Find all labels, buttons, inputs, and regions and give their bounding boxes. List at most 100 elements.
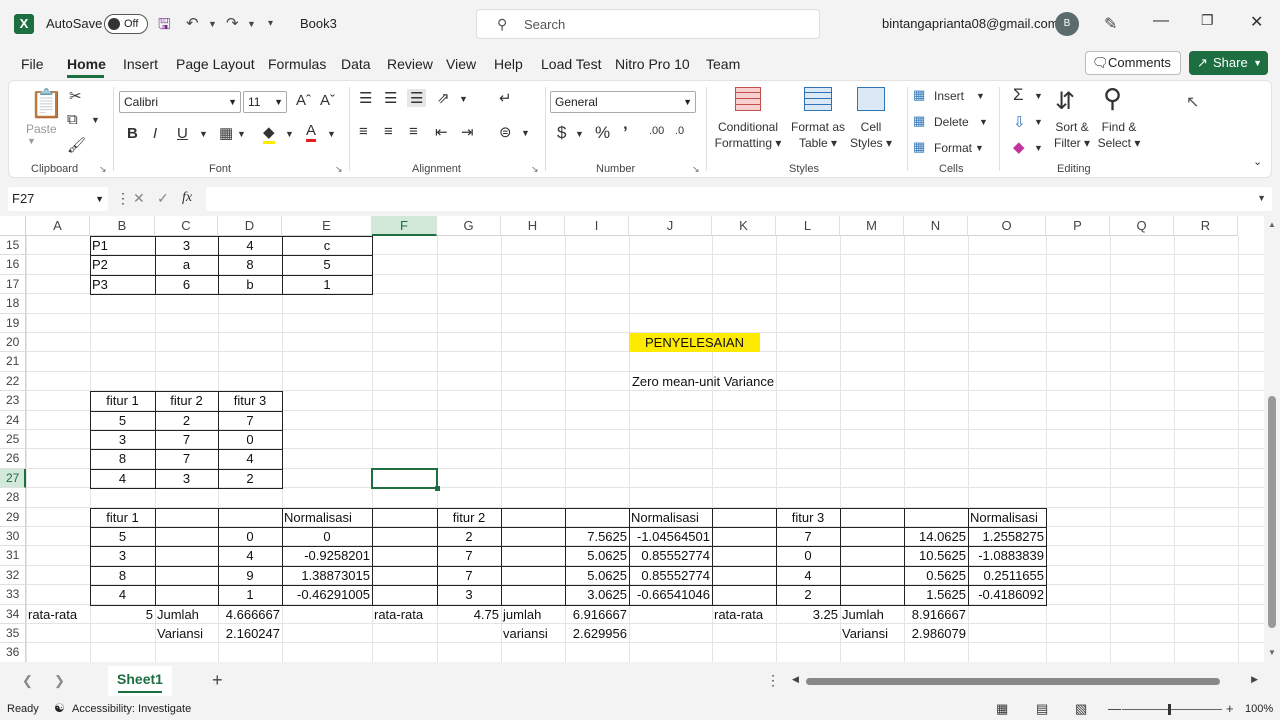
- cell-b16[interactable]: P2: [90, 255, 155, 274]
- cell-d34[interactable]: 4.666667: [218, 605, 282, 624]
- menu-insert[interactable]: Insert: [123, 56, 158, 72]
- format-cells-label[interactable]: Format: [934, 140, 972, 156]
- row-header[interactable]: 34: [0, 604, 26, 624]
- column-header[interactable]: I: [565, 216, 629, 236]
- accessibility-icon[interactable]: ☯: [54, 701, 65, 715]
- row-header[interactable]: 21: [0, 352, 26, 372]
- cell-e17[interactable]: 1: [282, 275, 372, 294]
- orientation-icon[interactable]: ⇗: [437, 89, 450, 107]
- clear-dropdown-icon[interactable]: ▼: [1034, 143, 1043, 153]
- number-launcher-icon[interactable]: ↘: [692, 164, 700, 175]
- cell-styles-icon[interactable]: [857, 87, 885, 111]
- cell-e31[interactable]: -0.9258201: [282, 546, 372, 565]
- cell-h34[interactable]: jumlah: [501, 605, 565, 624]
- column-header[interactable]: C: [155, 216, 218, 236]
- menu-help[interactable]: Help: [494, 56, 523, 72]
- zoom-slider-knob[interactable]: [1168, 704, 1171, 715]
- cell-j20[interactable]: PENYELESAIAN: [629, 333, 760, 352]
- cell-g33[interactable]: 3: [437, 585, 501, 604]
- cell-b24[interactable]: 5: [90, 411, 155, 430]
- undo-dropdown-icon[interactable]: ▼: [208, 19, 217, 29]
- column-header[interactable]: K: [712, 216, 776, 236]
- cell-i30[interactable]: 7.5625: [565, 527, 629, 546]
- align-middle-icon[interactable]: ☰: [384, 89, 397, 107]
- format-dropdown-icon[interactable]: ▼: [975, 143, 984, 153]
- cell-d26[interactable]: 4: [218, 449, 282, 468]
- column-header[interactable]: R: [1174, 216, 1238, 236]
- cell-i33[interactable]: 3.0625: [565, 585, 629, 604]
- column-header[interactable]: N: [904, 216, 968, 236]
- merge-center-icon[interactable]: ⊜: [499, 123, 512, 141]
- formula-input[interactable]: ▼: [206, 187, 1272, 211]
- align-right-icon[interactable]: ≡: [409, 123, 418, 140]
- cell-d35[interactable]: 2.160247: [218, 624, 282, 643]
- insert-cells-icon[interactable]: ▦: [913, 87, 925, 103]
- row-header[interactable]: 17: [0, 274, 26, 295]
- row-header[interactable]: 16: [0, 255, 26, 275]
- column-header[interactable]: E: [282, 216, 372, 236]
- increase-font-icon[interactable]: Aˆ: [296, 92, 311, 109]
- cell-n33[interactable]: 1.5625: [904, 585, 968, 604]
- wrap-text-icon[interactable]: ↵: [499, 89, 512, 107]
- column-header[interactable]: D: [218, 216, 282, 236]
- cell-e33[interactable]: -0.46291005: [282, 585, 372, 604]
- column-header[interactable]: Q: [1110, 216, 1174, 236]
- comma-style-icon[interactable]: ’: [623, 123, 628, 143]
- scroll-up-icon[interactable]: ▲: [1268, 220, 1276, 229]
- collapse-ribbon-icon[interactable]: ⌄: [1253, 155, 1262, 168]
- align-center-icon[interactable]: ≡: [384, 123, 393, 140]
- menu-review[interactable]: Review: [387, 56, 433, 72]
- minimize-icon[interactable]: —: [1153, 12, 1169, 30]
- format-as-table-icon[interactable]: [804, 87, 832, 111]
- cell-d32[interactable]: 9: [218, 566, 282, 585]
- cell-b33[interactable]: 4: [90, 585, 155, 604]
- cell-b25[interactable]: 3: [90, 430, 155, 449]
- undo-icon[interactable]: ↶: [186, 14, 199, 32]
- column-header[interactable]: J: [629, 216, 712, 236]
- cell-m34[interactable]: Jumlah: [840, 605, 904, 624]
- cell-f34[interactable]: rata-rata: [372, 605, 437, 624]
- orientation-dropdown-icon[interactable]: ▼: [459, 94, 468, 104]
- comments-button[interactable]: 🗨 Comments: [1085, 51, 1181, 75]
- row-header[interactable]: 15: [0, 236, 26, 256]
- format-painter-icon[interactable]: 🖌: [67, 136, 86, 154]
- underline-dropdown-icon[interactable]: ▼: [199, 129, 208, 139]
- menu-file[interactable]: File: [21, 56, 44, 72]
- merge-dropdown-icon[interactable]: ▼: [521, 128, 530, 138]
- cell-c25[interactable]: 7: [155, 430, 218, 449]
- cell-b15[interactable]: P1: [90, 236, 155, 255]
- zoom-slider[interactable]: [1122, 709, 1222, 710]
- cell-c27[interactable]: 3: [155, 469, 218, 488]
- column-header[interactable]: O: [968, 216, 1046, 236]
- more-options-icon[interactable]: ⋮: [116, 190, 130, 207]
- currency-icon[interactable]: $: [557, 123, 566, 143]
- cell-b29[interactable]: fitur 1: [90, 508, 155, 527]
- restore-icon[interactable]: ❐: [1201, 12, 1214, 29]
- fill-icon[interactable]: ⇩: [1013, 113, 1026, 131]
- menu-page-layout[interactable]: Page Layout: [176, 56, 255, 72]
- row-header[interactable]: 23: [0, 391, 26, 411]
- font-color-icon[interactable]: A: [306, 122, 317, 142]
- cell-l32[interactable]: 4: [776, 566, 840, 585]
- cell-d30[interactable]: 0: [218, 527, 282, 546]
- font-name-combo[interactable]: Calibri ▼: [119, 91, 241, 113]
- cell-d23[interactable]: fitur 3: [218, 391, 282, 410]
- selected-cell[interactable]: [371, 467, 440, 492]
- fill-dropdown-icon[interactable]: ▼: [1034, 117, 1043, 127]
- cell-l30[interactable]: 7: [776, 527, 840, 546]
- delete-dropdown-icon[interactable]: ▼: [979, 117, 988, 127]
- cancel-entry-icon[interactable]: ✕: [133, 190, 145, 207]
- menu-team[interactable]: Team: [706, 56, 740, 72]
- alignment-launcher-icon[interactable]: ↘: [531, 164, 539, 175]
- increase-decimal-icon[interactable]: .00: [649, 125, 664, 137]
- cell-c35[interactable]: Variansi: [155, 624, 218, 643]
- fill-handle[interactable]: [435, 486, 440, 492]
- row-header[interactable]: 27: [0, 468, 26, 489]
- cell-o32[interactable]: 0.2511655: [968, 566, 1046, 585]
- cell-e30[interactable]: 0: [282, 527, 372, 546]
- menu-view[interactable]: View: [446, 56, 476, 72]
- expand-formula-icon[interactable]: ▼: [1257, 193, 1266, 203]
- row-header[interactable]: 31: [0, 546, 26, 566]
- copy-dropdown-icon[interactable]: ▼: [91, 115, 100, 125]
- cell-g29[interactable]: fitur 2: [437, 508, 501, 527]
